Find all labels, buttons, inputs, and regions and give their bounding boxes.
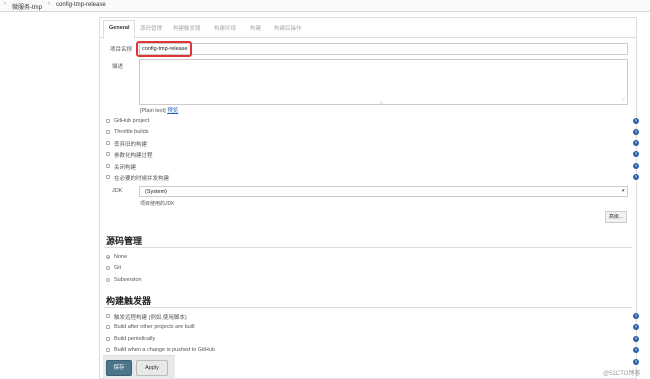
watermark: @51CTO博客 <box>603 371 641 377</box>
description-textarea[interactable]: ⟋ ═ <box>139 59 628 105</box>
breadcrumb-item[interactable]: 微服务-tmp <box>12 2 42 11</box>
jdk-select[interactable]: (System) ▾ <box>139 186 628 197</box>
option-label: Build when a change is pushed to GitHub <box>114 347 215 353</box>
radio-label: None <box>114 254 128 260</box>
checkbox-disable-build[interactable] <box>106 164 110 168</box>
option-label: 触发远程构建 (例如,使用脚本) <box>114 315 187 321</box>
apply-button[interactable]: Apply <box>136 360 168 376</box>
help-icon[interactable]: ? <box>633 174 639 180</box>
breadcrumb-item[interactable]: config-tmp-release <box>56 2 106 8</box>
option-label: 关闭构建 <box>114 165 137 171</box>
chevron-right-icon: › <box>4 1 6 7</box>
checkbox-github-project[interactable] <box>106 119 110 123</box>
project-name-input[interactable] <box>139 43 628 55</box>
option-label: GitHub project <box>114 118 150 124</box>
help-icon[interactable]: ? <box>633 336 639 342</box>
scm-section-title: 源码管理 <box>106 236 143 246</box>
checkbox-build-periodically[interactable] <box>106 337 110 341</box>
tab-build-env[interactable]: 构建环境 <box>214 24 236 32</box>
jdk-label: JDK <box>112 188 123 194</box>
checkbox-throttle-builds[interactable] <box>106 130 110 134</box>
help-icon[interactable]: ? <box>633 118 639 124</box>
radio-label: Git <box>114 265 122 271</box>
tab-general[interactable]: General <box>103 20 136 39</box>
tab-bar: General 源码管理 构建触发器 构建环境 构建 构建后操作 <box>100 18 636 39</box>
tab-scm[interactable]: 源码管理 <box>140 24 162 32</box>
tab-build[interactable]: 构建 <box>250 24 261 32</box>
checkbox-concurrent-builds[interactable] <box>106 175 110 179</box>
radio-scm-subversion[interactable] <box>106 278 110 282</box>
option-label: 参数化构建过程 <box>114 153 153 159</box>
preview-link[interactable]: 预览 <box>167 108 178 114</box>
radio-label: Subversion <box>114 277 142 283</box>
project-name-value: config-tmp-release <box>142 46 188 52</box>
checkbox-parameterized[interactable] <box>106 152 110 156</box>
caret-down-icon: ▾ <box>621 188 624 194</box>
advanced-button[interactable]: 高级... <box>605 211 627 223</box>
help-icon[interactable]: ? <box>633 129 639 135</box>
divider <box>104 307 632 308</box>
jdk-hint: 项目使用的JDK <box>140 201 175 207</box>
breadcrumb: › 微服务-tmp › config-tmp-release <box>0 0 650 12</box>
checkbox-discard-old-builds[interactable] <box>106 141 110 145</box>
help-icon[interactable]: ? <box>633 140 639 146</box>
tab-triggers[interactable]: 构建触发器 <box>173 24 201 32</box>
description-label: 描述 <box>112 64 124 70</box>
triggers-section-title: 构建触发器 <box>106 296 152 306</box>
option-label: 在必要的时候并发构建 <box>114 176 170 182</box>
plain-text-prefix: [Plain text] <box>140 108 166 114</box>
option-label: Build after other projects are built <box>114 324 195 330</box>
help-icon[interactable]: ? <box>633 347 639 353</box>
project-name-label: 项目名称 <box>110 47 133 53</box>
divider <box>104 247 632 248</box>
radio-scm-none[interactable] <box>106 255 110 259</box>
checkbox-github-push[interactable] <box>106 348 110 352</box>
tab-post-build[interactable]: 构建后操作 <box>274 24 302 32</box>
help-icon[interactable]: ? <box>633 163 639 169</box>
config-panel: General 源码管理 构建触发器 构建环境 构建 构建后操作 项目名称 co… <box>99 17 639 379</box>
option-label: 丢弃旧的构建 <box>114 142 148 148</box>
help-icon[interactable]: ? <box>633 313 639 319</box>
checkbox-build-after-other[interactable] <box>106 325 110 329</box>
save-button[interactable]: 保存 <box>106 360 132 376</box>
help-icon[interactable]: ? <box>633 324 639 330</box>
chevron-right-icon: › <box>48 1 50 7</box>
option-label: Build periodically <box>114 336 156 342</box>
help-icon[interactable]: ? <box>633 359 639 365</box>
jdk-select-value: (System) <box>145 189 167 195</box>
resize-handle-icon[interactable]: ⟋ <box>621 97 625 103</box>
drag-grip-icon[interactable]: ═ <box>380 100 383 105</box>
plain-text-note: [Plain text] 预览 <box>140 106 178 114</box>
option-label: Throttle builds <box>114 129 149 135</box>
checkbox-trigger-remote[interactable] <box>106 314 110 318</box>
radio-scm-git[interactable] <box>106 266 110 270</box>
help-icon[interactable]: ? <box>633 151 639 157</box>
